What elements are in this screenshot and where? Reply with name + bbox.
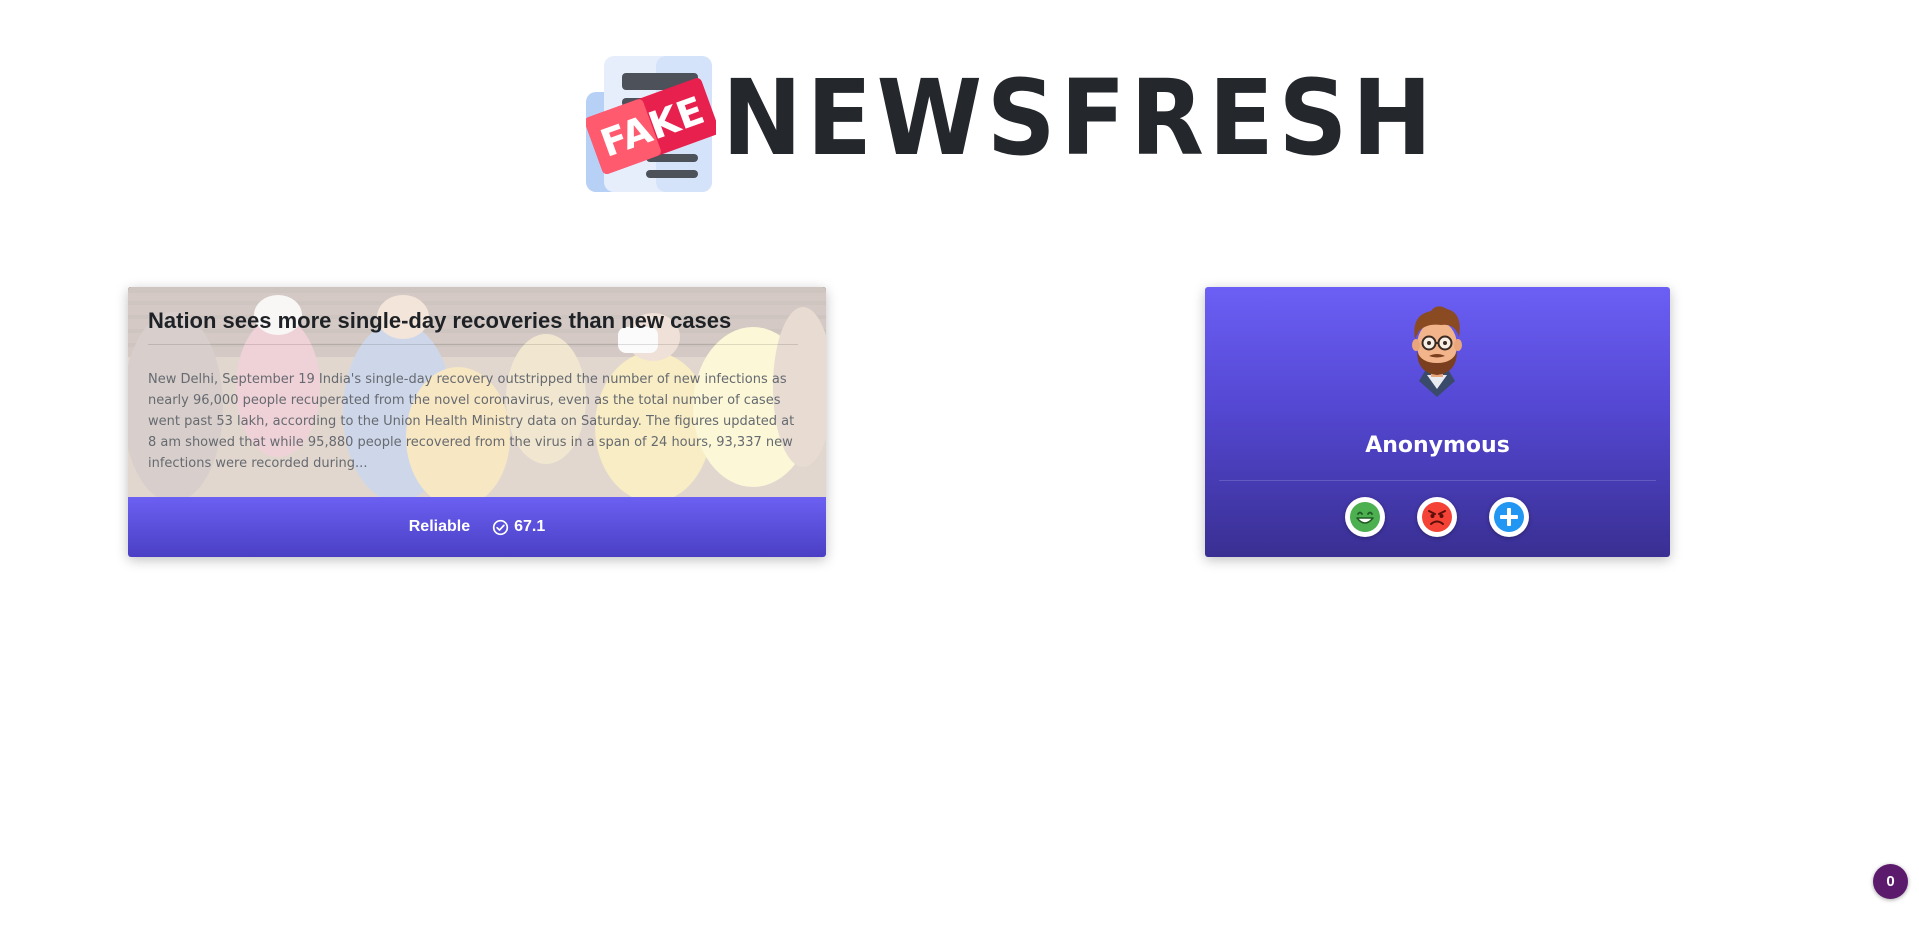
news-card-body[interactable]: Nation sees more single-day recoveries t… [128, 287, 826, 497]
user-avatar [1412, 306, 1462, 397]
reliability-score: 67.1 [492, 518, 545, 536]
add-button[interactable] [1489, 497, 1529, 537]
fake-news-logo-icon: FAKE [586, 56, 716, 192]
profile-name: Anonymous [1365, 433, 1510, 458]
reliability-score-value: 67.1 [514, 518, 546, 535]
reaction-buttons [1345, 497, 1529, 537]
angry-face-icon [1422, 502, 1452, 532]
news-card-footer: Reliable 67.1 [128, 497, 826, 557]
notification-count-badge[interactable]: 0 [1873, 864, 1908, 899]
like-button[interactable] [1345, 497, 1385, 537]
dislike-button[interactable] [1417, 497, 1457, 537]
profile-card: Anonymous [1205, 287, 1670, 557]
plus-icon [1494, 502, 1524, 532]
brand-name: NEWSFRESH [722, 57, 1437, 179]
site-logo[interactable]: FAKE NEWSFRESH [586, 56, 1432, 192]
profile-divider [1219, 480, 1656, 481]
reliability-verdict: Reliable [408, 518, 471, 535]
check-circle-icon [492, 519, 509, 535]
happy-face-icon [1350, 502, 1380, 532]
news-card[interactable]: Nation sees more single-day recoveries t… [128, 287, 826, 557]
news-excerpt: New Delhi, September 19 India's single-d… [148, 372, 795, 471]
news-title[interactable]: Nation sees more single-day recoveries t… [148, 308, 798, 345]
